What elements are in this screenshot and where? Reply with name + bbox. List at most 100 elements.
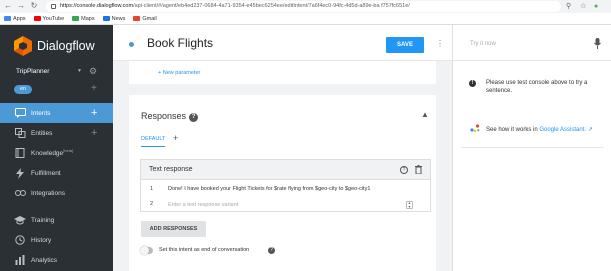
end-conversation-label: Set this intent as end of conversation bbox=[159, 247, 250, 253]
url-host: https://console.dialogflow.com bbox=[60, 3, 134, 9]
sidebar-item-history[interactable]: History bbox=[0, 230, 113, 250]
intent-title[interactable]: Book Flights bbox=[147, 36, 213, 50]
google-assistant-link[interactable]: Google Assistant. bbox=[539, 127, 586, 133]
youtube-icon bbox=[33, 16, 41, 21]
sidebar-item-label: History bbox=[31, 236, 52, 244]
response-variant-input[interactable]: Enter a text response variant bbox=[168, 202, 238, 208]
trash-icon[interactable] bbox=[415, 165, 422, 174]
back-arrow-icon[interactable]: ← bbox=[3, 1, 13, 11]
sidebar-item-label: Training bbox=[31, 216, 55, 224]
apps-grid-icon bbox=[4, 16, 11, 21]
language-badge[interactable]: en bbox=[14, 85, 32, 94]
gear-icon[interactable]: ⚙ bbox=[89, 66, 97, 77]
agent-selector[interactable]: TripPlanner ▼ ⚙ bbox=[16, 66, 104, 77]
help-icon[interactable]: ? bbox=[189, 113, 199, 122]
microphone-icon[interactable] bbox=[594, 38, 601, 49]
google-assistant-text: See how it works in Google Assistant. ↗ bbox=[486, 126, 593, 133]
sidebar-item-fulfillment[interactable]: Fulfillment bbox=[0, 163, 113, 183]
integrations-icon bbox=[14, 188, 26, 199]
sidebar-item-entities[interactable]: Entities + bbox=[0, 123, 113, 143]
add-intent-icon[interactable]: + bbox=[91, 107, 97, 119]
tab-default[interactable]: DEFAULT bbox=[141, 136, 166, 147]
end-conversation-toggle[interactable] bbox=[140, 246, 153, 255]
more-vert-icon[interactable]: ⋮ bbox=[436, 39, 444, 48]
ga-prefix: See how it works in bbox=[486, 127, 540, 133]
graduation-cap-icon bbox=[14, 215, 26, 226]
resize-stepper-icon[interactable]: ▲ ▼ bbox=[406, 201, 413, 209]
caret-down-icon[interactable]: ▼ bbox=[77, 68, 82, 74]
bookmark-label: Maps bbox=[81, 15, 95, 22]
url-path: /api-client/#/agent/eb4ed237-0684-4a71-9… bbox=[133, 3, 410, 9]
add-language-icon[interactable]: + bbox=[91, 83, 97, 94]
sidebar-item-knowledge[interactable]: Knowledge[beta] bbox=[0, 143, 113, 163]
sidebar-item-label: Intents bbox=[31, 109, 51, 117]
bookmark-maps[interactable]: Maps bbox=[72, 15, 95, 22]
dialogflow-logo-icon bbox=[14, 36, 32, 56]
extension-icon[interactable]: ● bbox=[594, 1, 598, 12]
browser-toolbar: ← → ↻ https://console.dialogflow.com/api… bbox=[0, 0, 611, 13]
knowledge-label: Knowledge bbox=[31, 150, 64, 158]
sidebar-item-label: Fulfillment bbox=[31, 169, 61, 177]
text-response-body: 1 Done! I have booked your Flight Ticket… bbox=[140, 180, 431, 212]
bookmark-apps[interactable]: Apps bbox=[4, 16, 26, 22]
beta-tag: [beta] bbox=[63, 148, 74, 154]
lock-icon bbox=[51, 4, 56, 9]
text-response-title: Text response bbox=[149, 166, 193, 173]
external-link-icon[interactable]: ↗ bbox=[586, 127, 593, 133]
bookmark-label: Gmail bbox=[142, 15, 157, 22]
try-it-now-bar[interactable]: Try it now bbox=[453, 25, 611, 61]
response-variant-field[interactable]: Done! I have booked your Flight Tickets … bbox=[168, 186, 370, 192]
sidebar-item-training[interactable]: Training bbox=[0, 210, 113, 230]
sidebar-item-integrations[interactable]: Integrations bbox=[0, 183, 113, 203]
responses-title-text: Responses bbox=[141, 111, 187, 121]
row-number: 1 bbox=[150, 186, 154, 192]
text-response-header: Text response ? bbox=[140, 159, 431, 180]
help-icon[interactable]: ? bbox=[268, 247, 275, 254]
save-button[interactable]: SAVE bbox=[386, 37, 424, 53]
bar-chart-icon bbox=[14, 255, 26, 266]
add-tab-icon[interactable]: + bbox=[173, 133, 178, 143]
star-icon[interactable]: ☆ bbox=[580, 1, 586, 12]
responses-heading: Responses? bbox=[141, 111, 199, 122]
book-icon bbox=[14, 148, 26, 159]
bookmark-label: News bbox=[111, 15, 126, 22]
address-bar[interactable]: https://console.dialogflow.com/api-clien… bbox=[46, 1, 561, 12]
gmail-icon bbox=[133, 16, 141, 21]
entities-icon bbox=[14, 128, 26, 139]
bookmark-youtube[interactable]: YouTube bbox=[33, 16, 64, 22]
divider bbox=[461, 147, 604, 148]
sidebar-item-analytics[interactable]: Analytics bbox=[0, 250, 113, 270]
help-icon[interactable]: ? bbox=[400, 166, 408, 174]
agent-name: TripPlanner bbox=[16, 68, 50, 75]
brand-name: Dialogflow bbox=[37, 39, 95, 53]
reload-icon[interactable]: ↻ bbox=[29, 1, 39, 11]
intent-header: Book Flights SAVE ⋮ bbox=[113, 25, 452, 61]
bookmark-gmail[interactable]: Gmail bbox=[133, 15, 157, 22]
new-parameter-link[interactable]: + New parameter bbox=[158, 70, 200, 76]
try-it-now-input[interactable]: Try it now bbox=[470, 41, 496, 47]
brand-logo[interactable]: Dialogflow bbox=[14, 36, 95, 56]
search-icon[interactable]: ⚲ bbox=[566, 1, 571, 12]
info-icon: ! bbox=[469, 80, 476, 87]
sidebar-item-label: Analytics bbox=[31, 256, 58, 264]
maps-icon bbox=[72, 16, 80, 21]
forward-arrow-icon[interactable]: → bbox=[16, 1, 26, 11]
add-responses-button[interactable]: ADD RESPONSES bbox=[141, 221, 206, 237]
sidebar: Dialogflow TripPlanner ▼ ⚙ en + Intents … bbox=[0, 25, 113, 271]
bookmarks-bar: Apps YouTube Maps News Gmail bbox=[0, 13, 611, 25]
bookmark-label: Apps bbox=[13, 15, 26, 22]
sidebar-item-label: Knowledge[beta] bbox=[31, 148, 73, 157]
bookmark-news[interactable]: News bbox=[102, 15, 126, 22]
status-dot-icon bbox=[129, 42, 134, 47]
add-entity-icon[interactable]: + bbox=[91, 127, 97, 139]
console-info-text: Please use test console above to try a s… bbox=[486, 80, 588, 94]
row-number: 2 bbox=[150, 201, 154, 207]
chevron-up-icon[interactable]: ▲ bbox=[421, 110, 429, 119]
bolt-icon bbox=[14, 167, 26, 179]
sidebar-item-label: Integrations bbox=[31, 189, 65, 197]
test-console-panel: Try it now ! Please use test console abo… bbox=[452, 25, 611, 271]
sidebar-item-label: Entities bbox=[31, 129, 53, 137]
parameters-card: + New parameter bbox=[129, 61, 436, 84]
history-clock-icon bbox=[14, 235, 26, 246]
sidebar-item-intents[interactable]: Intents + bbox=[0, 103, 113, 123]
